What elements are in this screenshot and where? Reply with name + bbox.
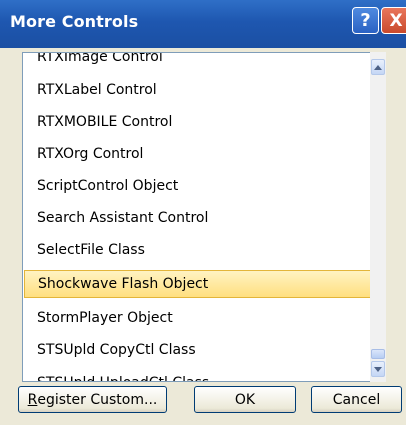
list-item[interactable]: StormPlayer Object xyxy=(31,304,376,332)
list-item[interactable]: Search Assistant Control xyxy=(31,204,376,232)
list-item-selected[interactable]: Shockwave Flash Object xyxy=(24,270,379,298)
list-item[interactable]: ScriptControl Object xyxy=(31,172,376,200)
list-item[interactable]: SelectFile Class xyxy=(31,236,376,264)
chevron-down-icon xyxy=(374,366,382,372)
vertical-scrollbar[interactable] xyxy=(370,52,386,382)
register-mnemonic: R xyxy=(27,391,38,408)
window-title: More Controls xyxy=(10,12,139,31)
more-controls-dialog: More Controls ? X RTXImage Control RTXLa… xyxy=(0,0,406,425)
scroll-down-button[interactable] xyxy=(371,361,385,377)
list-item[interactable]: STSUpld UploadCtl Class xyxy=(31,369,376,381)
register-custom-button[interactable]: Register Custom... xyxy=(18,386,167,413)
list-item[interactable]: RTXOrg Control xyxy=(31,140,376,168)
list-item[interactable]: RTXImage Control xyxy=(31,53,376,71)
scroll-up-button[interactable] xyxy=(371,59,385,75)
list-item[interactable]: RTXMOBILE Control xyxy=(31,108,376,136)
list-item[interactable]: STSUpld CopyCtl Class xyxy=(31,336,376,364)
chevron-up-icon xyxy=(374,64,382,70)
title-bar[interactable]: More Controls ? X xyxy=(0,0,406,48)
close-button[interactable]: X xyxy=(381,7,406,34)
scrollbar-thumb[interactable] xyxy=(371,349,385,359)
list-item[interactable]: RTXLabel Control xyxy=(31,76,376,104)
cancel-button[interactable]: Cancel xyxy=(311,386,402,413)
close-icon: X xyxy=(389,10,403,31)
question-mark-icon: ? xyxy=(360,10,371,31)
register-label: egister Custom... xyxy=(37,391,158,408)
controls-list[interactable]: RTXImage Control RTXLabel Control RTXMOB… xyxy=(22,52,386,382)
ok-button[interactable]: OK xyxy=(194,386,296,413)
help-button[interactable]: ? xyxy=(352,7,379,34)
